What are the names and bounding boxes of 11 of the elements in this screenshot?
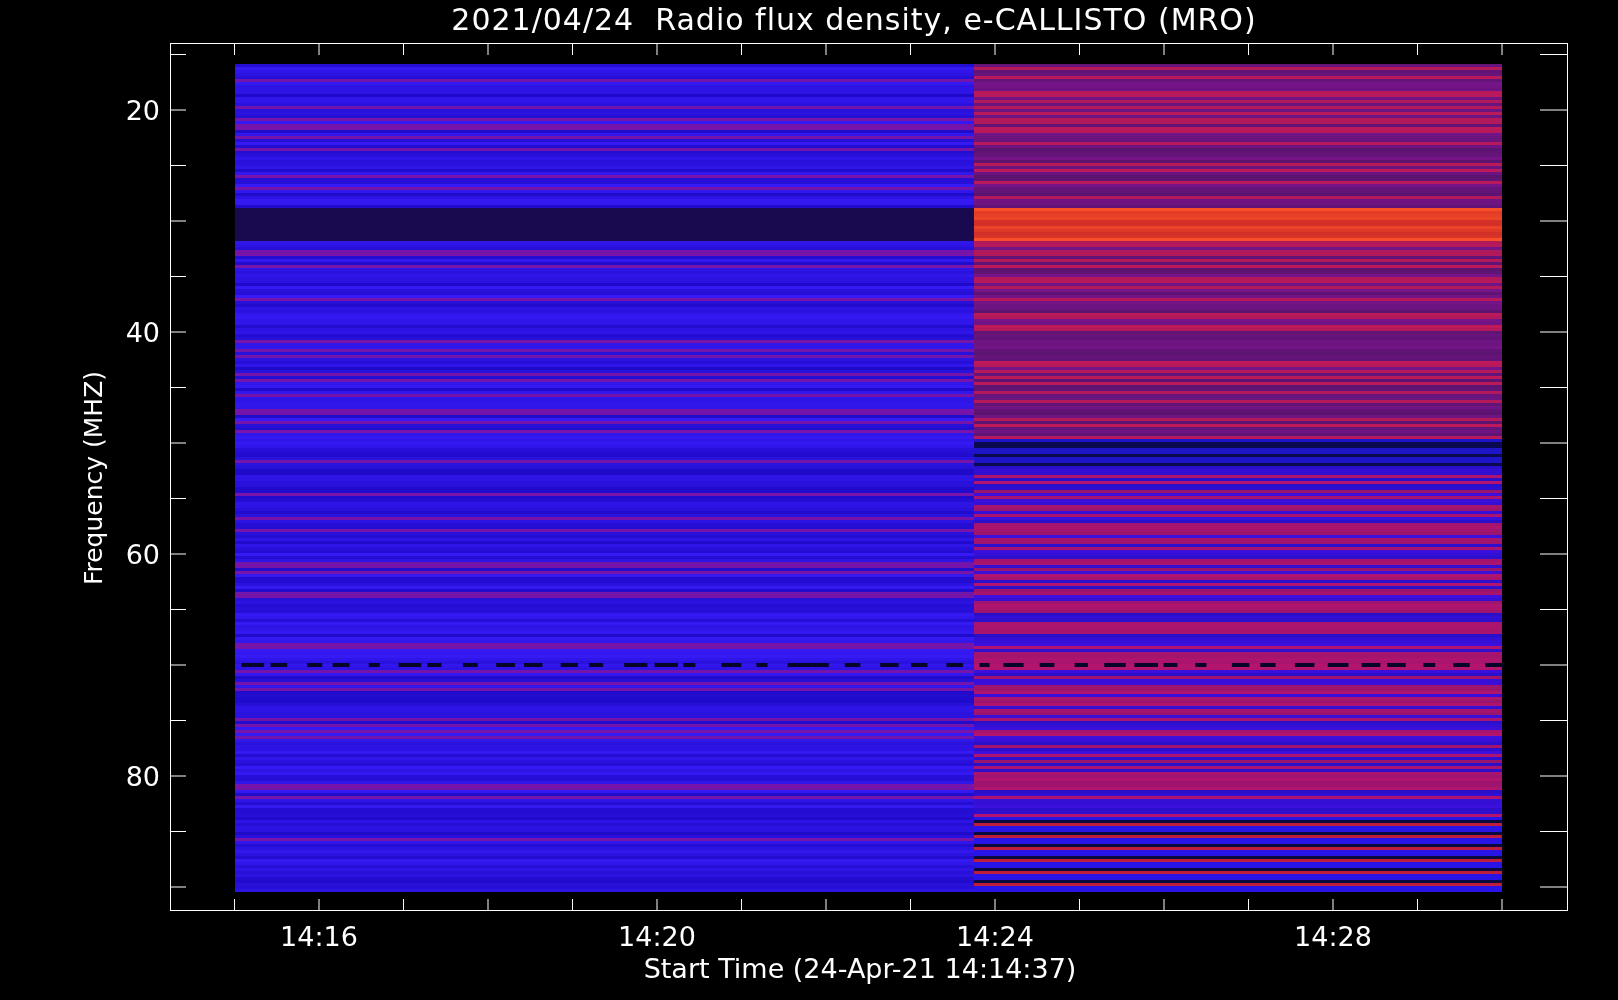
tick-label: 20 (125, 95, 160, 126)
tick-label: 14:28 (1294, 921, 1372, 952)
x-axis-label: Start Time (24-Apr-21 14:14:37) (643, 953, 1077, 984)
tick-label: 14:24 (956, 921, 1034, 952)
tick-label: 60 (125, 539, 160, 570)
y-axis-label: Frequency (MHZ) (79, 370, 108, 586)
tick-label: 80 (125, 761, 160, 792)
chart-title: 2021/04/24 Radio flux density, e-CALLISTO (MRO) (451, 1, 1257, 39)
tick-label: 14:20 (618, 921, 696, 952)
tick-label: 40 (125, 317, 160, 348)
tick-label: 14:16 (280, 921, 358, 952)
